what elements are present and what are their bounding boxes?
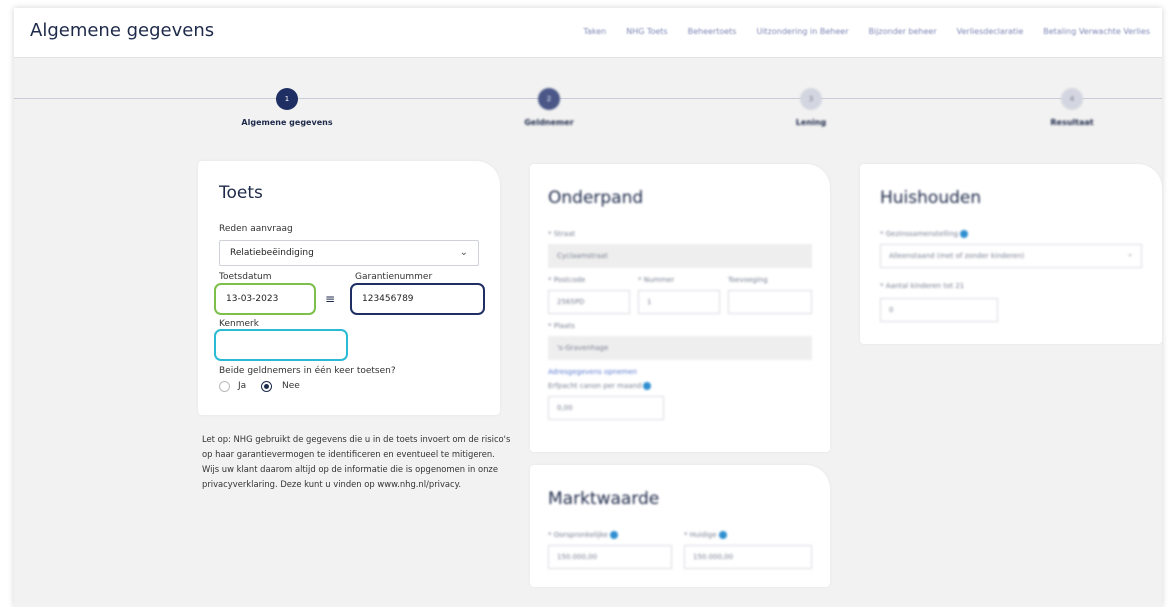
erfpacht-field[interactable]: 0,00 [548, 396, 664, 420]
radio-nee-label: Nee [282, 381, 300, 391]
step-algemene-gegevens[interactable]: 1 Algemene gegevens [197, 88, 377, 127]
info-icon[interactable] [643, 382, 652, 390]
app-frame: Algemene gegevens Taken NHG Toets Beheer… [14, 8, 1162, 607]
calendar-icon[interactable]: ≡ [319, 286, 341, 312]
toevoeging-field[interactable] [728, 290, 812, 314]
step-label: Resultaat [1050, 118, 1094, 127]
toetsdatum-value: 13-03-2023 [226, 294, 279, 304]
chevron-down-icon: ⌄ [459, 247, 468, 258]
privacy-note: Let op: NHG gebruikt de gegevens die u i… [202, 434, 511, 489]
radio-ja-label: Ja [238, 381, 247, 391]
info-icon[interactable] [718, 531, 727, 539]
reden-aanvraag-label: Reden aanvraag [219, 224, 293, 234]
nummer-field[interactable]: 1 [638, 290, 720, 314]
nav-item-verliesdeclaratie[interactable]: Verliesdeclaratie [957, 27, 1024, 36]
step-lening[interactable]: 3 Lening [721, 88, 901, 127]
radio-ja[interactable] [219, 381, 230, 392]
toetsdatum-label: Toetsdatum [219, 272, 272, 282]
nav-item-bijzonder-beheer[interactable]: Bijzonder beheer [869, 27, 937, 36]
info-icon[interactable] [610, 531, 618, 539]
nav-item-betaling[interactable]: Betaling Verwachte Verlies [1043, 27, 1150, 36]
onderpand-title: Onderpand [548, 188, 644, 208]
nummer-value: 1 [647, 298, 652, 306]
step-number: 4 [1061, 88, 1083, 110]
kinderen-label: * Aantal kinderen tot 21 [880, 282, 965, 290]
kenmerk-field[interactable] [214, 329, 348, 361]
chevron-down-icon: ⌄ [1127, 250, 1133, 258]
step-label: Lening [795, 118, 827, 127]
toets-title: Toets [219, 183, 263, 203]
gezinssamenstelling-label: * Gezinssamenstelling [880, 230, 969, 238]
step-number: 2 [538, 88, 560, 110]
step-label: Geldnemer [524, 118, 574, 127]
toets-card: Toets Reden aanvraag Relatiebeëindiging … [198, 161, 500, 415]
gezinssamenstelling-select[interactable]: Alleenstaand (met of zonder kinderen) ⌄ [880, 244, 1142, 268]
info-icon[interactable] [960, 230, 969, 238]
plaats-label: * Plaats [548, 322, 575, 330]
reden-aanvraag-value: Relatiebeëindiging [230, 248, 314, 258]
marktwaarde-title: Marktwaarde [548, 489, 660, 509]
kinderen-field[interactable]: 0 [880, 298, 998, 322]
step-number: 3 [800, 88, 822, 110]
top-navigation: Taken NHG Toets Beheertoets Uitzondering… [583, 27, 1150, 36]
radio-nee[interactable] [261, 381, 272, 392]
postcode-label: * Postcode [548, 276, 586, 284]
onderpand-card: Onderpand * Straat Cyclaamstraat * Postc… [530, 164, 830, 452]
step-geldnemer[interactable]: 2 Geldnemer [459, 88, 639, 127]
page-title: Algemene gegevens [30, 20, 215, 41]
reden-aanvraag-select[interactable]: Relatiebeëindiging ⌄ [219, 240, 479, 266]
kenmerk-label: Kenmerk [219, 319, 259, 329]
top-bar: Algemene gegevens Taken NHG Toets Beheer… [14, 8, 1162, 58]
plaats-field[interactable]: 's-Gravenhage [548, 336, 812, 360]
oorspronkelijke-value: 150.000,00 [557, 553, 598, 561]
huishouden-card: Huishouden * Gezinssamenstelling Alleens… [860, 164, 1162, 344]
toetsdatum-field[interactable]: 13-03-2023 [214, 283, 316, 315]
postcode-field[interactable]: 2565PD [548, 290, 630, 314]
nav-item-nhg-toets[interactable]: NHG Toets [626, 27, 667, 36]
straat-value: Cyclaamstraat [557, 252, 608, 260]
step-resultaat[interactable]: 4 Resultaat [982, 88, 1162, 127]
erfpacht-value: 0,00 [557, 404, 573, 412]
gezinssamenstelling-value: Alleenstaand (met of zonder kinderen) [889, 252, 1025, 260]
toevoeging-label: Toevoeging [728, 276, 768, 284]
oorspronkelijke-label: * Oorspronkelijke [548, 531, 618, 539]
huishouden-title: Huishouden [880, 188, 982, 208]
huidige-value: 150.000,00 [693, 553, 734, 561]
beide-geldnemers-label: Beide geldnemers in één keer toetsen? [219, 366, 396, 376]
garantienummer-field[interactable]: 123456789 [350, 283, 485, 315]
huidige-field[interactable]: 150.000,00 [684, 545, 812, 569]
step-label: Algemene gegevens [241, 118, 333, 127]
erfpacht-label: Erfpacht canon per maand [548, 382, 652, 390]
straat-field[interactable]: Cyclaamstraat [548, 244, 812, 268]
adresgegevens-link[interactable]: Adresgegevens opnemen [548, 368, 637, 376]
garantienummer-value: 123456789 [362, 294, 414, 304]
nav-item-beheertoets[interactable]: Beheertoets [688, 27, 737, 36]
step-number: 1 [276, 88, 298, 110]
nav-item-uitzondering[interactable]: Uitzondering in Beheer [756, 27, 848, 36]
nummer-label: * Nummer [638, 276, 675, 284]
garantienummer-label: Garantienummer [355, 272, 433, 282]
postcode-value: 2565PD [557, 298, 585, 306]
straat-label: * Straat [548, 230, 576, 238]
kinderen-value: 0 [889, 306, 894, 314]
oorspronkelijke-field[interactable]: 150.000,00 [548, 545, 672, 569]
huidige-label: * Huidige [684, 531, 727, 539]
nav-item-taken[interactable]: Taken [583, 27, 606, 36]
plaats-value: 's-Gravenhage [557, 344, 609, 352]
marktwaarde-card: Marktwaarde * Oorspronkelijke 150.000,00… [530, 465, 830, 587]
